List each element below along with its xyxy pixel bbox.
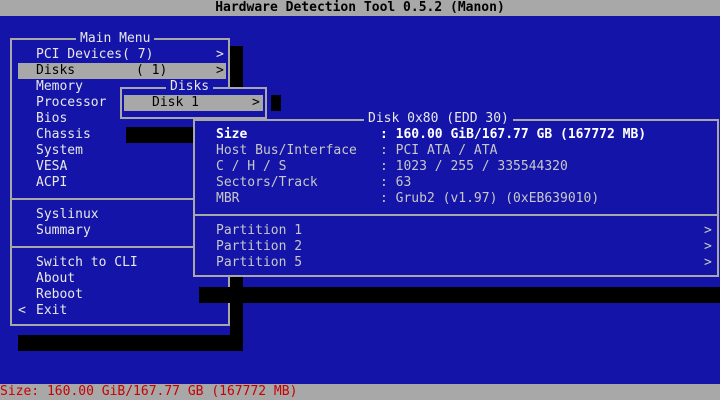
disks-count: ( 1) [136,63,168,78]
field-value-sectors: : 63 [380,175,412,190]
chevron-right-icon: > [252,95,260,110]
main-menu-title: Main Menu [76,31,155,47]
menu-item-disks[interactable]: Disks [36,63,75,79]
chevron-right-icon: > [704,223,712,238]
menu-item-memory[interactable]: Memory [36,79,83,95]
disks-submenu-title: Disks [166,79,214,95]
partition-item-5[interactable]: Partition 5 [216,255,302,271]
menu-item-pci-devices[interactable]: PCI Devices( 7) [36,47,153,63]
chevron-right-icon: > [216,47,224,62]
menu-item-exit[interactable]: Exit [36,303,67,319]
chevron-left-icon: < [18,303,26,318]
menu-item-acpi[interactable]: ACPI [36,175,67,191]
field-label-host-bus: Host Bus/Interface [216,143,357,158]
window-title: Hardware Detection Tool 0.5.2 (Manon) [0,0,720,16]
menu-item-switch-to-cli[interactable]: Switch to CLI [36,255,138,271]
menu-item-bios[interactable]: Bios [36,111,67,127]
status-bar: Size: 160.00 GiB/167.77 GB (167772 MB) [0,384,720,400]
chevron-right-icon: > [704,255,712,270]
field-label-size: Size [216,127,248,142]
field-label-mbr: MBR [216,191,240,206]
field-label-chs: C / H / S [216,159,287,174]
panel-separator [195,214,717,216]
partition-item-2[interactable]: Partition 2 [216,239,302,255]
disk-panel-title: Disk 0x80 (EDD 30) [364,111,513,127]
field-value-chs: : 1023 / 255 / 335544320 [380,159,568,174]
main-menu-shadow [18,335,243,351]
field-value-size: : 160.00 GiB/167.77 GB (167772 MB) [380,127,647,142]
menu-item-reboot[interactable]: Reboot [36,287,83,303]
menu-item-processor[interactable]: Processor [36,95,106,111]
field-value-host-bus: : PCI ATA / ATA [380,143,498,158]
disk-panel-shadow [199,287,720,303]
menu-item-about[interactable]: About [36,271,75,287]
menu-item-vesa[interactable]: VESA [36,159,67,175]
menu-item-summary[interactable]: Summary [36,223,91,239]
menu-item-system[interactable]: System [36,143,83,159]
menu-item-chassis[interactable]: Chassis [36,127,91,143]
menu-item-disk-1[interactable]: Disk 1 [152,95,199,111]
chevron-right-icon: > [216,63,224,78]
field-value-mbr: : Grub2 (v1.97) (0xEB639010) [380,191,600,206]
submenu-shadow [126,127,196,143]
partition-item-1[interactable]: Partition 1 [216,223,302,239]
chevron-right-icon: > [704,239,712,254]
disks-submenu-shadow [271,95,281,111]
field-label-sectors: Sectors/Track [216,175,318,190]
menu-item-syslinux[interactable]: Syslinux [36,207,99,223]
